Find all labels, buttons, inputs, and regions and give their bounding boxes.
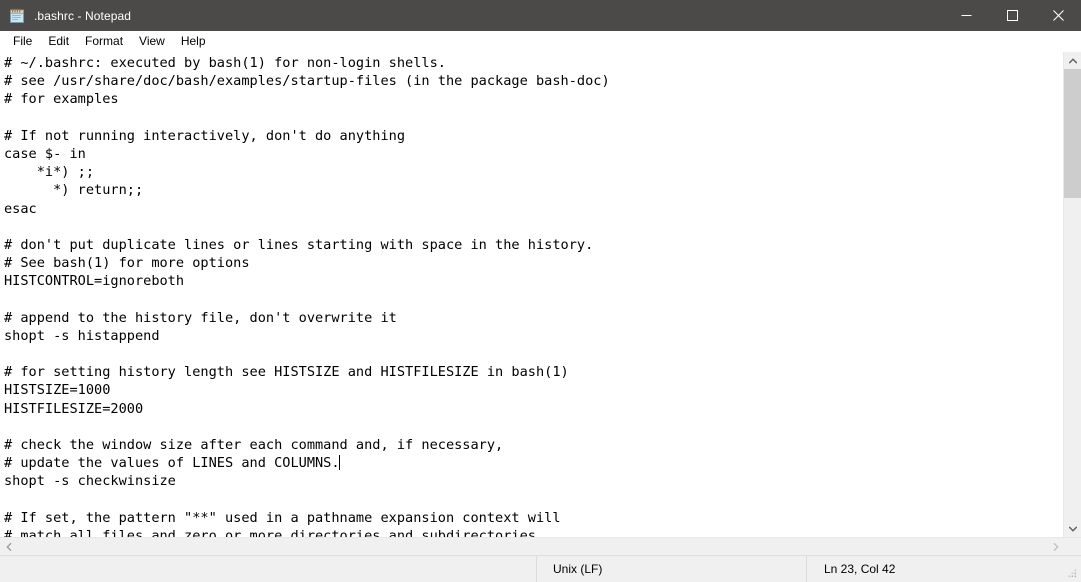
editor-line: # See bash(1) for more options	[4, 255, 250, 272]
editor-line: *i*) ;;	[4, 164, 95, 181]
editor-line: # check the window size after each comma…	[4, 436, 504, 453]
resize-grip-icon[interactable]	[1066, 567, 1078, 579]
vertical-scroll-thumb[interactable]	[1064, 69, 1081, 198]
editor-line: # for examples	[4, 91, 119, 108]
chevron-left-icon	[5, 542, 12, 551]
editor-line: # ~/.bashrc: executed by bash(1) for non…	[4, 55, 446, 71]
minimize-icon	[961, 15, 971, 16]
notepad-icon	[9, 8, 25, 24]
editor-line: esac	[4, 200, 37, 217]
editor-region: # ~/.bashrc: executed by bash(1) for non…	[0, 52, 1081, 555]
chevron-right-icon	[1052, 542, 1059, 551]
minimize-button[interactable]	[943, 0, 989, 31]
text-caret	[339, 455, 341, 471]
menu-item-help[interactable]: Help	[173, 32, 214, 52]
scroll-down-button[interactable]	[1064, 520, 1081, 537]
chevron-up-icon	[1068, 57, 1077, 64]
status-cursor-position[interactable]: Ln 23, Col 42	[807, 556, 1081, 582]
scroll-up-button[interactable]	[1064, 52, 1081, 69]
editor-line: # for setting history length see HISTSIZ…	[4, 364, 569, 381]
editor-line: case $- in	[4, 145, 86, 162]
editor-line: *) return;;	[4, 182, 144, 199]
editor-line: # match all files and zero or more direc…	[4, 527, 545, 537]
menu-item-edit[interactable]: Edit	[40, 32, 77, 52]
status-encoding[interactable]: Unix (LF)	[537, 556, 806, 582]
editor-line: # don't put duplicate lines or lines sta…	[4, 236, 594, 253]
menu-item-format[interactable]: Format	[77, 32, 131, 52]
editor-text: # ~/.bashrc: executed by bash(1) for non…	[4, 54, 1063, 537]
editor-line: HISTCONTROL=ignoreboth	[4, 273, 185, 290]
menu-bar: File Edit Format View Help	[0, 31, 1081, 52]
close-button[interactable]	[1035, 0, 1081, 31]
status-bar: Unix (LF) Ln 23, Col 42	[0, 555, 1081, 582]
scroll-right-button[interactable]	[1047, 538, 1064, 555]
title-bar: .bashrc - Notepad	[0, 0, 1081, 31]
status-blank-cell	[0, 556, 536, 582]
editor-line: # If set, the pattern "**" used in a pat…	[4, 509, 561, 526]
editor-line: # update the values of LINES and COLUMNS…	[4, 455, 341, 472]
window-title: .bashrc - Notepad	[34, 8, 132, 23]
vertical-scroll-track[interactable]	[1064, 69, 1081, 520]
chevron-down-icon	[1068, 525, 1077, 532]
scroll-left-button[interactable]	[0, 538, 17, 555]
text-editor[interactable]: # ~/.bashrc: executed by bash(1) for non…	[0, 52, 1063, 537]
horizontal-scroll-track[interactable]	[17, 538, 1047, 555]
scrollbar-corner	[1064, 538, 1081, 555]
editor-line: shopt -s histappend	[4, 327, 160, 344]
menu-item-view[interactable]: View	[131, 32, 173, 52]
editor-line: # If not running interactively, don't do…	[4, 127, 406, 144]
notepad-window: .bashrc - Notepad File Edit Format View …	[0, 0, 1081, 582]
editor-line: HISTFILESIZE=2000	[4, 400, 144, 417]
close-icon	[1052, 10, 1064, 21]
editor-line: # see /usr/share/doc/bash/examples/start…	[4, 73, 610, 90]
horizontal-scrollbar[interactable]	[0, 537, 1081, 555]
editor-line: shopt -s checkwinsize	[4, 473, 176, 490]
editor-line: # append to the history file, don't over…	[4, 309, 397, 326]
maximize-icon	[1006, 10, 1018, 21]
menu-item-file[interactable]: File	[5, 32, 40, 52]
maximize-button[interactable]	[989, 0, 1035, 31]
editor-line: HISTSIZE=1000	[4, 382, 111, 399]
vertical-scrollbar[interactable]	[1063, 52, 1081, 537]
window-controls	[943, 0, 1081, 31]
